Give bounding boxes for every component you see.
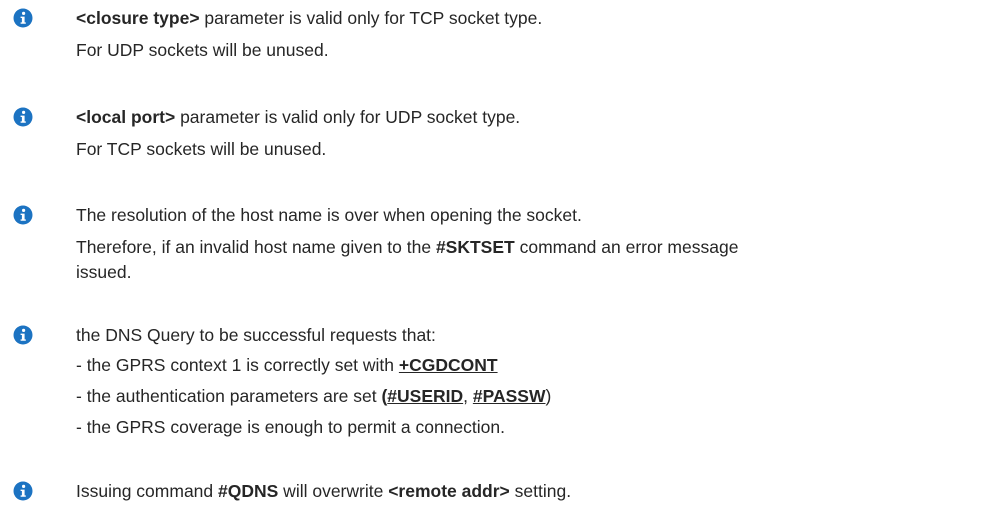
userid-link[interactable]: #USERID <box>387 386 463 406</box>
note-line: - the GPRS context 1 is correctly set wi… <box>76 355 498 375</box>
note-line: Therefore, if an invalid host name given… <box>76 237 738 257</box>
note-text: - the GPRS context 1 is correctly set wi… <box>76 355 399 375</box>
command-name: #SKTSET <box>435 237 515 257</box>
command-name: #QDNS <box>218 481 279 501</box>
note-line: Issuing command #QDNS will overwrite <re… <box>76 481 571 501</box>
note-text: parameter is valid only for TCP socket t… <box>199 8 543 28</box>
info-icon <box>13 107 33 127</box>
note-text: For UDP sockets will be unused. <box>76 40 329 60</box>
note-line: The resolution of the host name is over … <box>76 205 582 225</box>
note-line: <closure type> parameter is valid only f… <box>76 8 542 28</box>
note-text: will overwrite <box>278 481 389 501</box>
cgdcont-link[interactable]: +CGDCONT <box>399 355 498 375</box>
passw-link[interactable]: #PASSW <box>473 386 546 406</box>
info-icon <box>13 481 33 501</box>
note-text: - the GPRS coverage is enough to permit … <box>76 417 505 437</box>
note-text: , <box>463 386 473 406</box>
parameter-name: <closure type> <box>76 8 200 28</box>
parameter-name: <remote addr> <box>388 481 510 501</box>
note-text: command an error message <box>514 237 739 257</box>
note-text: For TCP sockets will be unused. <box>76 139 327 159</box>
note-text: the DNS Query to be successful requests … <box>76 325 436 345</box>
parameter-name: <local port> <box>76 107 176 127</box>
note-text: Therefore, if an invalid host name given… <box>76 237 436 257</box>
note-text: ) <box>545 386 552 406</box>
note-line: For UDP sockets will be unused. <box>76 40 329 60</box>
info-icon <box>13 205 33 225</box>
info-icon <box>13 8 33 28</box>
note-text: - the authentication parameters are set <box>76 386 382 406</box>
note-line: <local port> parameter is valid only for… <box>76 107 520 127</box>
note-line: - the authentication parameters are set … <box>76 386 551 406</box>
note-line: the DNS Query to be successful requests … <box>76 325 436 345</box>
note-text: setting. <box>509 481 572 501</box>
note-text: issued. <box>76 262 132 282</box>
note-line: For TCP sockets will be unused. <box>76 139 326 159</box>
note-text: parameter is valid only for UDP socket t… <box>175 107 521 127</box>
note-text: The resolution of the host name is over … <box>76 205 582 225</box>
note-line: issued. <box>76 262 131 282</box>
info-icon <box>13 325 33 345</box>
note-line: - the GPRS coverage is enough to permit … <box>76 417 505 437</box>
note-text: Issuing command <box>76 481 219 501</box>
